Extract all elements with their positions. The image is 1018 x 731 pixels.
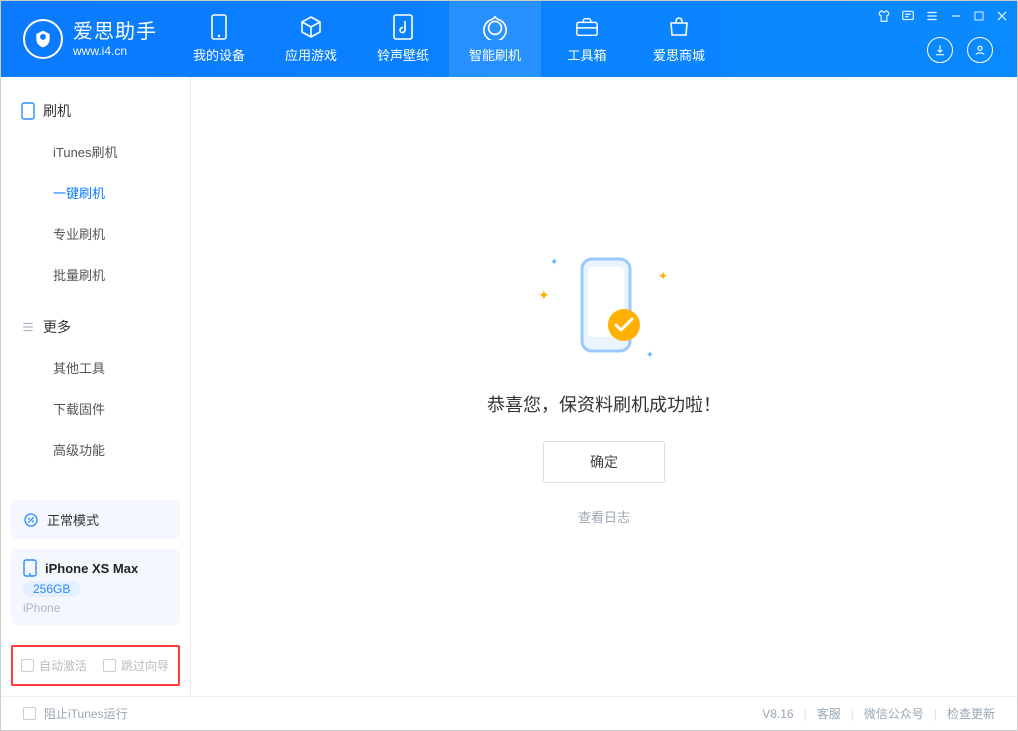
store-icon [667,15,691,39]
block-itunes-label[interactable]: 阻止iTunes运行 [44,705,128,722]
sparkle-icon: ✦ [658,269,668,283]
header-tabs: 我的设备 应用游戏 铃声壁纸 智能刷机 工具箱 爱思商城 [173,1,725,77]
sidebar-item-advanced[interactable]: 高级功能 [1,429,190,470]
app-title: 爱思助手 [73,20,157,44]
checkbox-icon[interactable] [23,707,36,720]
window-controls [877,1,1009,31]
footer-link-wechat[interactable]: 微信公众号 [864,705,924,722]
mode-card[interactable]: 正常模式 [11,500,180,539]
device-capacity: 256GB [23,581,80,597]
tab-label: 应用游戏 [285,45,337,64]
maximize-button[interactable] [973,10,985,22]
toolbox-icon [575,15,599,39]
close-button[interactable] [995,9,1009,23]
header-right-buttons [927,37,993,63]
user-button[interactable] [967,37,993,63]
logo: 爱思助手 www.i4.cn [1,1,173,77]
device-card[interactable]: iPhone XS Max 256GB iPhone [11,549,180,625]
tab-label: 智能刷机 [469,45,521,64]
sidebar-item-pro-flash[interactable]: 专业刷机 [1,213,190,254]
music-icon [391,15,415,39]
options-box: 自动激活 跳过向导 [11,645,180,686]
option-skip-guide[interactable]: 跳过向导 [103,657,169,674]
list-icon [21,320,35,334]
feedback-icon[interactable] [901,9,915,23]
device-name: iPhone XS Max [45,561,138,576]
checkbox-icon [103,659,116,672]
minimize-button[interactable] [949,9,963,23]
sparkle-icon: ✦ [550,257,558,268]
footer-link-update[interactable]: 检查更新 [947,705,995,722]
flash-icon [483,15,507,39]
tab-apps[interactable]: 应用游戏 [265,1,357,77]
tab-smart-flash[interactable]: 智能刷机 [449,1,541,77]
sidebar-group-title: 更多 [43,317,71,337]
apps-icon [299,15,323,39]
tab-label: 爱思商城 [653,45,705,64]
tab-store[interactable]: 爱思商城 [633,1,725,77]
tab-label: 铃声壁纸 [377,45,429,64]
logo-icon [23,19,63,59]
view-log-link[interactable]: 查看日志 [578,507,630,526]
footer-link-support[interactable]: 客服 [817,705,841,722]
sparkle-icon: ✦ [646,350,654,361]
sidebar-group-more: 更多 [1,309,190,345]
app-site: www.i4.cn [73,44,157,58]
device-icon [207,15,231,39]
menu-icon[interactable] [925,9,939,23]
option-auto-activate[interactable]: 自动激活 [21,657,87,674]
sidebar-item-batch-flash[interactable]: 批量刷机 [1,254,190,295]
success-message: 恭喜您，保资料刷机成功啦！ [487,391,721,417]
tab-my-device[interactable]: 我的设备 [173,1,265,77]
app-header: 爱思助手 www.i4.cn 我的设备 应用游戏 铃声壁纸 智能刷机 工具箱 爱… [1,1,1017,77]
tab-toolbox[interactable]: 工具箱 [541,1,633,77]
sidebar: 刷机 iTunes刷机 一键刷机 专业刷机 批量刷机 更多 其他工具 下载固件 … [1,77,191,696]
sidebar-group-title: 刷机 [43,101,71,121]
device-subtitle: iPhone [23,601,168,615]
download-button[interactable] [927,37,953,63]
success-illustration: ✦ ✦ ✦ ✦ [544,247,664,367]
sidebar-item-download-fw[interactable]: 下载固件 [1,388,190,429]
tab-ringtones[interactable]: 铃声壁纸 [357,1,449,77]
device-small-icon [23,559,37,577]
shirt-icon[interactable] [877,9,891,23]
phone-outline-icon [21,102,35,120]
status-bar: 阻止iTunes运行 V8.16 | 客服 | 微信公众号 | 检查更新 [1,696,1017,730]
sidebar-group-flash: 刷机 [1,93,190,129]
checkbox-icon [21,659,34,672]
tab-label: 我的设备 [193,45,245,64]
sidebar-item-other-tools[interactable]: 其他工具 [1,347,190,388]
sidebar-item-onekey-flash[interactable]: 一键刷机 [1,172,190,213]
mode-label: 正常模式 [47,510,99,529]
sparkle-icon: ✦ [538,287,550,304]
sidebar-item-itunes-flash[interactable]: iTunes刷机 [1,131,190,172]
main-content: ✦ ✦ ✦ ✦ 恭喜您，保资料刷机成功啦！ 确定 查看日志 [191,77,1017,696]
confirm-button[interactable]: 确定 [543,441,665,483]
mode-icon [23,512,39,528]
version-label: V8.16 [762,707,793,721]
tab-label: 工具箱 [567,45,606,64]
